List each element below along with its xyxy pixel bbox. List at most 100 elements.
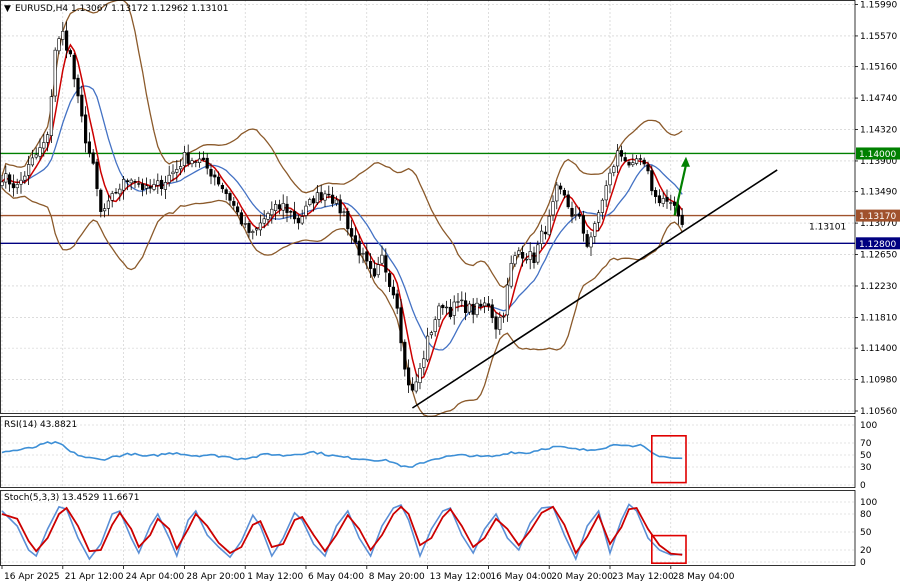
candle-body bbox=[619, 150, 623, 157]
price-tick-label: 1.10980 bbox=[860, 376, 897, 386]
candle-body bbox=[30, 157, 35, 166]
candle-body bbox=[467, 303, 472, 313]
candle-body bbox=[95, 161, 99, 189]
candle-body bbox=[665, 196, 669, 202]
candle-body bbox=[349, 228, 354, 237]
time-tick-label: 21 Apr 12:00 bbox=[65, 572, 124, 582]
candle-body bbox=[106, 200, 110, 209]
symbol-marker-icon: ▼ bbox=[4, 4, 11, 14]
price-tick-label: 1.15990 bbox=[860, 0, 897, 10]
candle-body bbox=[475, 302, 479, 316]
candle-body bbox=[163, 182, 168, 190]
candle-body bbox=[315, 192, 320, 203]
candle-body bbox=[460, 299, 464, 302]
time-tick-label: 28 May 04:00 bbox=[673, 572, 735, 582]
price-tick-label: 1.10560 bbox=[860, 407, 897, 417]
candle-body bbox=[494, 316, 498, 330]
symbol-label: EURUSD,H4 bbox=[15, 4, 68, 14]
candle-body bbox=[91, 152, 95, 164]
candle-body bbox=[26, 164, 31, 176]
trading-chart[interactable]: 1.159901.155701.151601.147401.143201.139… bbox=[0, 0, 900, 586]
candle-body bbox=[11, 183, 15, 189]
candle-body bbox=[680, 214, 684, 225]
candle-body bbox=[186, 152, 190, 164]
candle-body bbox=[638, 158, 642, 160]
candle-body bbox=[513, 255, 517, 265]
candle-body bbox=[198, 158, 202, 163]
candle-body bbox=[53, 49, 57, 97]
stoch-tick-label: 50 bbox=[860, 528, 872, 538]
candle-body bbox=[38, 147, 42, 157]
time-tick-label: 16 Apr 2025 bbox=[4, 572, 60, 582]
candle-body bbox=[144, 185, 149, 189]
stoch-tick-label: 0 bbox=[860, 558, 866, 568]
candle-body bbox=[380, 254, 384, 264]
price-tick-label: 1.15160 bbox=[860, 63, 897, 73]
time-tick-label: 13 May 12:00 bbox=[430, 572, 492, 582]
candle-body bbox=[543, 231, 547, 235]
price-tick-label: 1.12650 bbox=[860, 251, 897, 261]
candle-body bbox=[262, 218, 266, 224]
candle-body bbox=[642, 159, 646, 165]
candle-body bbox=[266, 213, 270, 220]
candle-body bbox=[539, 230, 544, 244]
candle-body bbox=[600, 199, 604, 213]
candle-body bbox=[224, 189, 228, 194]
candle-body bbox=[437, 305, 441, 320]
candle-body bbox=[65, 30, 69, 51]
candle-body bbox=[156, 180, 160, 186]
candle-body bbox=[486, 303, 491, 307]
candle-body bbox=[34, 154, 38, 158]
candle-body bbox=[330, 194, 335, 204]
candle-body bbox=[566, 194, 570, 208]
candle-body bbox=[110, 193, 114, 201]
stoch-tick-label: 100 bbox=[860, 498, 877, 508]
candle-body bbox=[509, 263, 513, 287]
candle-body bbox=[650, 170, 654, 192]
candle-body bbox=[365, 251, 369, 262]
time-tick-label: 8 May 20:00 bbox=[369, 572, 425, 582]
candle-body bbox=[425, 335, 430, 361]
candle-body bbox=[581, 215, 585, 234]
price-tick-label: 1.14740 bbox=[860, 94, 897, 104]
candle-body bbox=[669, 202, 673, 204]
candle-body bbox=[72, 54, 76, 80]
candle-body bbox=[433, 319, 437, 332]
candle-body bbox=[406, 367, 411, 386]
candle-body bbox=[243, 223, 247, 225]
candle-body bbox=[517, 250, 521, 255]
candle-body bbox=[80, 94, 84, 117]
candle-body bbox=[0, 181, 4, 186]
candle-body bbox=[501, 315, 506, 318]
candle-body bbox=[209, 169, 213, 177]
candle-body bbox=[296, 217, 301, 224]
candle-body bbox=[631, 162, 635, 166]
candle-body bbox=[292, 211, 297, 220]
candle-body bbox=[232, 201, 236, 206]
time-tick-label: 24 Apr 04:00 bbox=[126, 572, 185, 582]
candle-body bbox=[49, 96, 53, 136]
candle-body bbox=[160, 179, 164, 190]
candle-body bbox=[384, 255, 388, 273]
candle-body bbox=[615, 150, 620, 167]
candle-body bbox=[574, 214, 578, 216]
candle-body bbox=[175, 169, 179, 173]
rsi-tick-label: 30 bbox=[860, 463, 872, 473]
candle-body bbox=[558, 185, 563, 190]
candle-body bbox=[444, 306, 449, 309]
candle-body bbox=[661, 198, 665, 204]
candle-body bbox=[228, 193, 232, 201]
candle-body bbox=[452, 301, 456, 316]
candle-body bbox=[171, 171, 175, 175]
candle-body bbox=[137, 183, 141, 185]
candle-body bbox=[596, 212, 601, 223]
candle-body bbox=[285, 203, 289, 213]
candle-body bbox=[273, 204, 278, 212]
candle-body bbox=[524, 258, 528, 261]
candle-body bbox=[418, 368, 422, 384]
candle-body bbox=[148, 186, 152, 189]
candle-body bbox=[220, 184, 225, 190]
candle-body bbox=[304, 205, 308, 216]
candle-body bbox=[634, 158, 639, 164]
candle-body bbox=[251, 231, 255, 233]
